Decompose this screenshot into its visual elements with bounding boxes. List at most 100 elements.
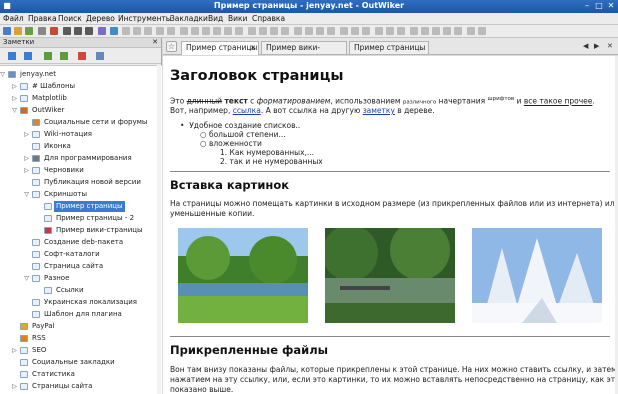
- tree-node[interactable]: Софт-каталоги: [0, 249, 158, 260]
- collapse-arrow-icon[interactable]: ▷: [23, 153, 30, 164]
- close-tab-icon[interactable]: ✕: [607, 42, 613, 50]
- minimize-icon[interactable]: –: [582, 1, 592, 11]
- close-icon[interactable]: ✕: [606, 1, 616, 11]
- horizontal-line-icon[interactable]: [281, 27, 289, 35]
- delete-page-icon[interactable]: [78, 52, 86, 60]
- superscript-icon[interactable]: [294, 27, 302, 35]
- html-icon[interactable]: [397, 27, 405, 35]
- tree-node[interactable]: ▽ Разное: [0, 273, 158, 284]
- tree-node[interactable]: RSS: [0, 333, 158, 344]
- tree-node[interactable]: Украинская локализация: [0, 297, 158, 308]
- menu-tree[interactable]: Дерево: [86, 14, 115, 23]
- align-right-icon[interactable]: [144, 27, 152, 35]
- expand-arrow-icon[interactable]: ▽: [23, 273, 30, 284]
- expand-arrow-icon[interactable]: ▽: [0, 69, 6, 80]
- app-menu-icon[interactable]: ■: [2, 1, 12, 11]
- tree-node[interactable]: ▷ Страницы сайта: [0, 381, 158, 392]
- heading-5-icon[interactable]: [224, 27, 232, 35]
- quote-icon[interactable]: [270, 27, 278, 35]
- italic-icon[interactable]: [74, 27, 82, 35]
- reload-icon[interactable]: [38, 27, 46, 35]
- collapse-arrow-icon[interactable]: ▷: [11, 345, 18, 356]
- tab-close-icon[interactable]: ✕: [250, 42, 256, 54]
- bold-icon[interactable]: [63, 27, 71, 35]
- tree-node[interactable]: ▽ OutWiker: [0, 105, 158, 116]
- tab-scroll-right-icon[interactable]: ▶: [594, 42, 599, 50]
- tree-node[interactable]: Иконка: [0, 141, 158, 152]
- tree-node[interactable]: Создание deb-пакета: [0, 237, 158, 248]
- collapse-arrow-icon[interactable]: ▷: [23, 165, 30, 176]
- menu-file[interactable]: Файл: [3, 14, 24, 23]
- tree-node[interactable]: ▷ Черновики: [0, 165, 158, 176]
- big-icon[interactable]: [327, 27, 335, 35]
- table-icon[interactable]: [248, 27, 256, 35]
- link-zametku[interactable]: заметку: [363, 106, 395, 115]
- menu-search[interactable]: Поиск: [58, 14, 82, 23]
- tree-scrollbar[interactable]: [157, 65, 161, 394]
- small-icon[interactable]: [316, 27, 324, 35]
- anchor-icon[interactable]: [375, 27, 383, 35]
- page-properties-icon[interactable]: [96, 52, 104, 60]
- tree-node[interactable]: ▷ Для программирования: [0, 153, 158, 164]
- new-page-icon[interactable]: [3, 27, 11, 35]
- monospace-icon[interactable]: [351, 27, 359, 35]
- bookmark-star-icon[interactable]: ☆: [166, 41, 177, 52]
- tree-node[interactable]: ▽ Скриншоты: [0, 189, 158, 200]
- menu-bookmarks[interactable]: Закладки: [170, 14, 208, 23]
- collapse-arrow-icon[interactable]: ▷: [11, 381, 18, 392]
- attach-icon[interactable]: [50, 27, 58, 35]
- tree-node[interactable]: Шаблон для плагина: [0, 309, 158, 320]
- tree-node[interactable]: PayPal: [0, 321, 158, 332]
- tree-node[interactable]: ▷ # Шаблоны: [0, 81, 158, 92]
- children-icon[interactable]: [443, 27, 451, 35]
- indent-right-icon[interactable]: [60, 52, 68, 60]
- heading-1-icon[interactable]: [180, 27, 188, 35]
- move-down-icon[interactable]: [8, 52, 16, 60]
- close-panel-icon[interactable]: ✕: [152, 38, 158, 46]
- image-winter-forest[interactable]: [472, 228, 602, 323]
- heading-3-icon[interactable]: [202, 27, 210, 35]
- menu-view[interactable]: Вид: [208, 14, 223, 23]
- link-icon[interactable]: [98, 27, 106, 35]
- image-icon[interactable]: [110, 27, 118, 35]
- strike-icon[interactable]: [340, 27, 348, 35]
- tree-node[interactable]: Пример вики-страницы: [0, 225, 158, 236]
- code-icon[interactable]: [259, 27, 267, 35]
- open-icon[interactable]: [14, 27, 22, 35]
- heading-2-icon[interactable]: [191, 27, 199, 35]
- menu-tools[interactable]: Инструменты: [118, 14, 172, 23]
- tab-scroll-left-icon[interactable]: ◀: [583, 42, 588, 50]
- expand-arrow-icon[interactable]: ▽: [11, 105, 18, 116]
- tree-node[interactable]: Статистика: [0, 369, 158, 380]
- collapse-arrow-icon[interactable]: ▷: [11, 93, 18, 104]
- save-icon[interactable]: [25, 27, 33, 35]
- attach-list-icon[interactable]: [454, 27, 462, 35]
- tree-node[interactable]: Социальные сети и форумы: [0, 117, 158, 128]
- date-icon[interactable]: [467, 27, 475, 35]
- indent-left-icon[interactable]: [44, 52, 52, 60]
- tree-node[interactable]: Публикация новой версии: [0, 177, 158, 188]
- template-icon[interactable]: [421, 27, 429, 35]
- numbered-list-icon[interactable]: [167, 27, 175, 35]
- tab-example-page-2[interactable]: Пример страницы - 2: [349, 41, 429, 64]
- move-up-icon[interactable]: [24, 52, 32, 60]
- tree-node[interactable]: ▽ jenyay.net: [0, 69, 158, 80]
- tree-node[interactable]: ▷ Wiki-нотация: [0, 129, 158, 140]
- preformat-icon[interactable]: [362, 27, 370, 35]
- image-summer-landscape[interactable]: [178, 228, 308, 323]
- collapse-arrow-icon[interactable]: ▷: [11, 81, 18, 92]
- menu-wiki[interactable]: Вики: [228, 14, 247, 23]
- tree-node[interactable]: ▷ Matplotlib: [0, 93, 158, 104]
- underline-icon[interactable]: [85, 27, 93, 35]
- subscript-icon[interactable]: [305, 27, 313, 35]
- heading-6-icon[interactable]: [235, 27, 243, 35]
- expand-arrow-icon[interactable]: ▽: [23, 189, 30, 200]
- tree-node[interactable]: ▷ SEO: [0, 345, 158, 356]
- menu-help[interactable]: Справка: [252, 14, 285, 23]
- list-icon[interactable]: [156, 27, 164, 35]
- tree-node[interactable]: Пример страницы - 2: [0, 213, 158, 224]
- special-char-icon[interactable]: [478, 27, 486, 35]
- tab-example-page[interactable]: Пример страницы ✕: [181, 41, 259, 55]
- link-ssylka[interactable]: ссылка: [233, 106, 261, 115]
- heading-4-icon[interactable]: [213, 27, 221, 35]
